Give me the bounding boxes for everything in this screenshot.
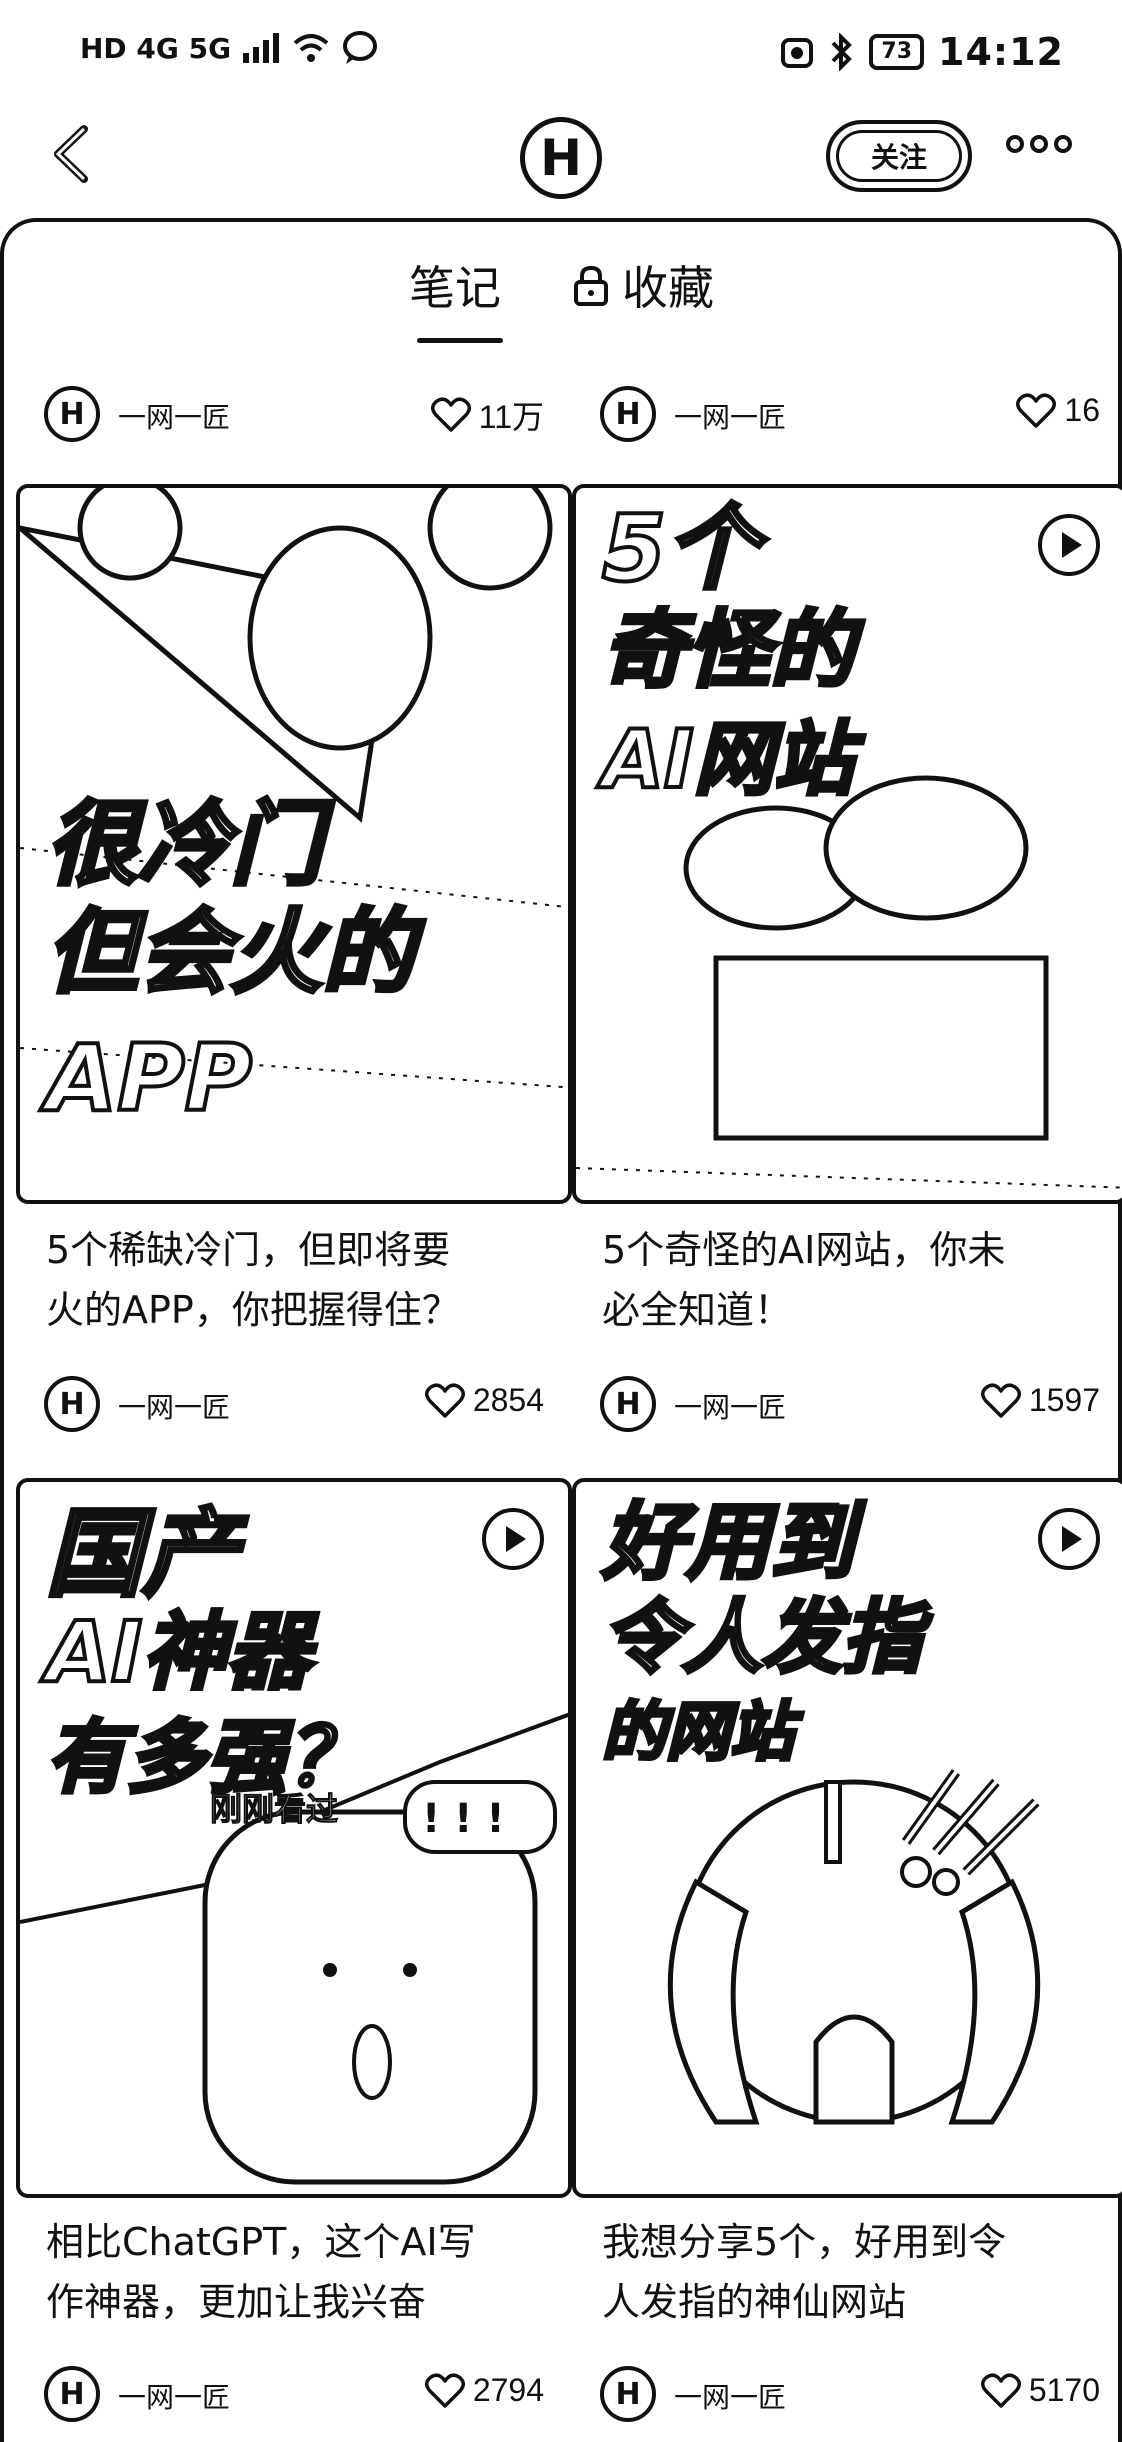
author-avatar[interactable]: H [600, 386, 656, 442]
bluetooth-icon [831, 33, 853, 71]
cover-title-line: 但会火的 [44, 899, 416, 1006]
tab-favorites-label: 收藏 [622, 261, 714, 315]
cover-title-line: 好用到 [600, 1493, 856, 1591]
heart-icon [980, 2372, 1021, 2408]
video-play-icon [1038, 514, 1100, 576]
cover-title-line: 很冷门 [44, 791, 324, 898]
like-button[interactable]: 2854 [424, 1382, 544, 1419]
recently-viewed-badge: 刚刚看过 [209, 1790, 339, 1829]
like-button[interactable]: 16 [1016, 392, 1100, 429]
back-button[interactable] [40, 119, 110, 189]
like-count: 2794 [472, 2372, 544, 2408]
cover-title-line: 国产 [44, 1498, 240, 1610]
like-button[interactable]: 1597 [980, 1382, 1100, 1419]
author-avatar[interactable]: H [44, 386, 100, 442]
status-right-icons: 73 14:12 [779, 30, 1064, 74]
author-name[interactable]: 一网一匠 [118, 2376, 230, 2416]
cover-title-line: AI神器 [44, 1603, 312, 1701]
video-play-icon [482, 1508, 544, 1570]
like-button[interactable]: 5170 [980, 2372, 1100, 2409]
card-footer[interactable]: H 一网一匠 2794 [44, 2362, 544, 2432]
caption-line: 人发指的神仙网站 [602, 2280, 907, 2324]
caption-line: 我想分享5个，好用到令 [602, 2220, 1007, 2264]
like-count: 16 [1064, 392, 1100, 428]
content-tabs: 笔记 收藏 [4, 252, 1118, 343]
caption-line: 必全知道！ [602, 1288, 793, 1332]
note-caption[interactable]: 5个稀缺冷门，但即将要 火的APP，你把握得住？ [46, 1220, 566, 1340]
more-dot-icon [1030, 135, 1048, 153]
like-count: 11万 [478, 399, 544, 435]
status-left-icons: HD 4G 5G [80, 30, 379, 66]
alarm-icon [781, 38, 814, 68]
caption-line: 5个奇怪的AI网站，你未 [602, 1228, 1006, 1272]
like-count: 2854 [472, 1382, 544, 1418]
signal-icon [243, 33, 280, 63]
top-nav-bar: H 关注 [0, 105, 1122, 205]
more-dot-icon [1054, 135, 1072, 153]
tab-notes[interactable]: 笔记 [409, 252, 501, 318]
note-caption[interactable]: 5个奇怪的AI网站，你未 必全知道！ [602, 1220, 1122, 1340]
heart-icon [424, 2372, 465, 2408]
note-cover[interactable]: 好用到 令人发指 的网站 [572, 1478, 1122, 2198]
card-footer[interactable]: H 一网一匠 2854 [44, 1372, 544, 1442]
cover-title-line: APP [44, 1025, 254, 1132]
heart-icon [1016, 392, 1057, 428]
more-dot-icon [1006, 135, 1024, 153]
note-cover[interactable]: 5个 奇怪的 AI网站 [572, 484, 1122, 1204]
card-header[interactable]: H 一网一匠 16 [600, 382, 1100, 452]
like-count: 5170 [1028, 2372, 1100, 2408]
chevron-left-icon [54, 125, 88, 183]
status-time: 14:12 [938, 30, 1064, 74]
heart-icon [424, 1382, 465, 1418]
profile-logo[interactable]: H [520, 117, 602, 199]
caption-line: 相比ChatGPT，这个AI写 [46, 2220, 476, 2264]
card-footer[interactable]: H 一网一匠 1597 [600, 1372, 1100, 1442]
note-cover[interactable]: ! ! ! 国产 AI神器 有多强？ 刚刚看过 [16, 1478, 572, 2198]
caption-line: 5个稀缺冷门，但即将要 [46, 1228, 451, 1272]
like-button[interactable]: 2794 [424, 2372, 544, 2409]
author-avatar[interactable]: H [44, 1376, 100, 1432]
message-bubble-icon [343, 31, 378, 64]
cover-title-line: 的网站 [600, 1696, 796, 1771]
svg-text:! ! !: ! ! ! [422, 1796, 505, 1842]
author-avatar[interactable]: H [600, 2366, 656, 2422]
like-count: 1597 [1028, 1382, 1100, 1418]
note-cover[interactable]: 很冷门 但会火的 APP [16, 484, 572, 1204]
author-avatar[interactable]: H [44, 2366, 100, 2422]
tab-favorites[interactable]: 收藏 [572, 252, 714, 318]
content-sheet: 笔记 收藏 H 一网一匠 11万 H 一网一匠 16 很冷门 但会火的 APP … [0, 218, 1122, 2442]
signal-icons-label: HD 4G 5G [80, 31, 232, 65]
author-name[interactable]: 一网一匠 [118, 1386, 230, 1426]
author-name[interactable]: 一网一匠 [674, 396, 786, 436]
cover-title-line: 奇怪的 [600, 601, 856, 699]
cover-title-line: 5个 [600, 495, 760, 602]
more-options-button[interactable] [1006, 135, 1072, 153]
cover-title-line: AI网站 [600, 713, 856, 806]
follow-button[interactable]: 关注 [826, 120, 972, 192]
author-name[interactable]: 一网一匠 [118, 396, 230, 436]
wifi-icon [293, 34, 329, 62]
card-footer[interactable]: H 一网一匠 5170 [600, 2362, 1100, 2432]
note-caption[interactable]: 相比ChatGPT，这个AI写 作神器，更加让我兴奋 [46, 2212, 566, 2332]
caption-line: 作神器，更加让我兴奋 [46, 2280, 427, 2324]
active-tab-indicator [417, 338, 503, 343]
cover-title-line: 令人发指 [600, 1591, 924, 1684]
card-header[interactable]: H 一网一匠 11万 [44, 382, 544, 452]
caption-line: 火的APP，你把握得住？ [46, 1288, 460, 1332]
battery-indicator: 73 [869, 34, 925, 70]
author-avatar[interactable]: H [600, 1376, 656, 1432]
status-bar: HD 4G 5G 73 14:12 [0, 0, 1122, 105]
author-name[interactable]: 一网一匠 [674, 2376, 786, 2416]
heart-icon [980, 1382, 1021, 1418]
video-play-icon [1038, 1508, 1100, 1570]
lock-icon [574, 265, 608, 306]
heart-icon [430, 397, 471, 432]
note-caption[interactable]: 我想分享5个，好用到令 人发指的神仙网站 [602, 2212, 1122, 2332]
like-button[interactable]: 11万 [430, 392, 544, 438]
author-name[interactable]: 一网一匠 [674, 1386, 786, 1426]
